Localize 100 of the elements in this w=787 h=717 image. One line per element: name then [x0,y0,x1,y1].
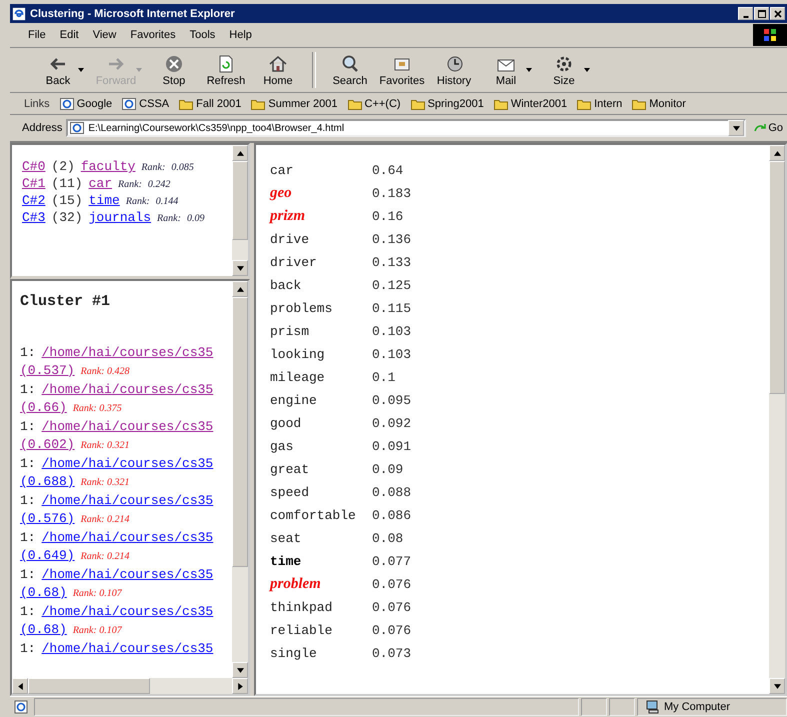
page-icon [14,700,28,714]
toolbar-button[interactable]: Stop [148,54,200,86]
cluster-count: (11) [51,176,83,192]
close-button[interactable] [770,7,785,20]
toolbar-button[interactable]: Favorites [376,54,428,86]
link-button[interactable]: Spring2001 [410,98,484,110]
term-text: problems [270,301,334,316]
address-field[interactable]: E:\Learning\Coursework\Cs359\npp_too4\Browser_4.html [66,119,746,137]
scroll-thumb[interactable] [28,678,150,694]
term-link[interactable]: time [88,193,120,209]
scroll-thumb[interactable] [769,161,785,394]
cluster-link[interactable]: C#2 [22,193,46,209]
menu-item[interactable]: View [92,29,116,41]
document-link[interactable]: /home/hai/courses/cs35 [42,492,214,510]
home-icon [268,54,288,74]
menu-item[interactable]: Tools [190,29,216,41]
document-link[interactable]: /home/hai/courses/cs35 [42,418,214,436]
score-link[interactable]: (0.66) [20,399,67,417]
toolbar-button[interactable]: Refresh [200,54,252,86]
document-link[interactable]: /home/hai/courses/cs35 [42,640,214,658]
term-text: mileage [270,370,326,385]
document-link[interactable]: /home/hai/courses/cs35 [42,603,214,621]
document-link[interactable]: /home/hai/courses/cs35 [42,566,214,584]
scrollbar[interactable] [769,145,785,694]
scroll-down-button[interactable] [769,678,785,694]
scroll-thumb[interactable] [232,161,248,240]
scroll-up-button[interactable] [769,145,785,161]
dropdown-arrow-icon[interactable] [78,68,84,72]
link-button[interactable]: CSSA [122,98,170,110]
term-weight: 0.073 [372,646,412,661]
scroll-up-button[interactable] [232,145,248,161]
toolbar-button[interactable]: Back [32,54,84,86]
term-weight: 0.183 [372,186,412,201]
go-arrow-icon [754,122,766,134]
toolbar-button[interactable]: Search [324,54,376,86]
dropdown-arrow-icon[interactable] [584,68,590,72]
document-link[interactable]: /home/hai/courses/cs35 [42,529,214,547]
maximize-button[interactable] [754,7,769,20]
link-button[interactable]: Winter2001 [494,98,568,110]
up-arrow-icon [774,150,780,156]
link-button[interactable]: Fall 2001 [179,98,242,110]
term-weight: 0.076 [372,623,412,638]
scrollbar[interactable] [12,678,248,694]
term-link[interactable]: faculty [80,159,136,175]
menu-item[interactable]: Favorites [130,29,176,41]
document-link[interactable]: /home/hai/courses/cs35 [42,344,214,362]
scroll-right-button[interactable] [232,678,248,694]
minimize-button[interactable] [738,7,753,20]
score-link[interactable]: (0.537) [20,362,75,380]
scroll-thumb[interactable] [232,297,248,568]
toolbar-button[interactable]: Size [538,54,590,86]
score-link[interactable]: (0.688) [20,473,75,491]
scrollbar[interactable] [232,145,248,276]
link-button[interactable]: C++(C) [348,98,401,110]
term-weight: 0.088 [372,485,412,500]
scroll-down-button[interactable] [232,260,248,276]
cluster-link[interactable]: C#0 [22,159,46,175]
link-button[interactable]: Monitor [632,98,686,110]
term-link[interactable]: journals [88,210,152,226]
cluster-link[interactable]: C#3 [22,210,46,226]
scroll-left-button[interactable] [12,678,28,694]
toolbar-button[interactable]: Mail [480,54,532,86]
rank-value: Rank: 0.321 [80,476,130,490]
score-link[interactable]: (0.576) [20,510,75,528]
scroll-down-button[interactable] [232,662,248,678]
term-text: back [270,278,302,293]
link-button[interactable]: Summer 2001 [251,98,338,110]
cluster-link[interactable]: C#1 [22,176,46,192]
term-text: thinkpad [270,600,334,615]
status-pane [609,698,635,716]
link-button[interactable]: Intern [577,98,622,110]
menu-item[interactable]: Edit [60,29,79,41]
window-title: Clustering - Microsoft Internet Explorer [30,8,235,20]
link-button[interactable]: Google [60,98,112,110]
up-arrow-icon [236,150,244,156]
menu-item[interactable]: File [28,29,46,41]
score-link[interactable]: (0.649) [20,547,75,565]
term-weight: 0.092 [372,416,412,431]
stop-icon [164,54,184,74]
computer-icon [646,700,660,714]
score-link[interactable]: (0.68) [20,621,67,639]
menu-item[interactable]: Help [229,29,252,41]
toolbar-button[interactable]: Home [252,54,304,86]
dropdown-arrow-icon[interactable] [526,68,532,72]
document-link[interactable]: /home/hai/courses/cs35 [42,381,214,399]
term-text: prism [270,324,310,339]
dropdown-button[interactable] [728,120,744,136]
go-button[interactable]: Go [750,122,787,134]
score-link[interactable]: (0.602) [20,436,75,454]
term-link[interactable]: car [88,176,112,192]
score-link[interactable]: (0.68) [20,584,67,602]
document-index: 1: [20,492,36,510]
term-text: problem [270,576,322,593]
term-text: engine [270,393,318,408]
document-link[interactable]: /home/hai/courses/cs35 [42,455,214,473]
toolbar-button[interactable]: History [428,54,480,86]
scroll-up-button[interactable] [232,281,248,297]
cluster-heading: Cluster #1 [20,293,112,310]
scrollbar[interactable] [232,281,248,678]
zone-label: My Computer [664,701,730,713]
